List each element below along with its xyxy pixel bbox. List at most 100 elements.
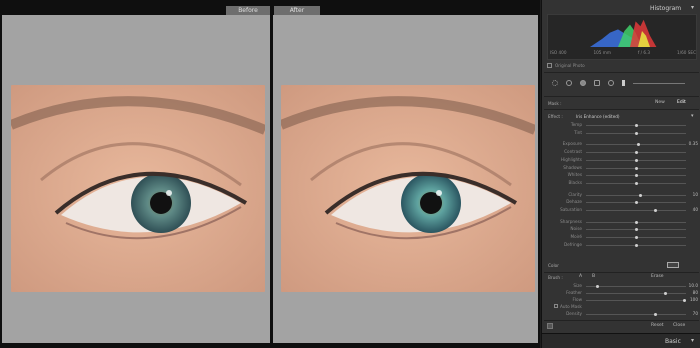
slider-label: Moiré [570,234,582,240]
crop-tool-icon[interactable] [552,80,558,86]
slider-thumb[interactable] [634,166,638,170]
color-swatch[interactable] [667,262,679,268]
slider-thumb[interactable] [634,236,638,240]
auto-mask-checkbox[interactable] [554,304,558,308]
slider-thumb[interactable] [634,201,638,205]
slider-label: Blacks [568,179,582,185]
brush-b-button[interactable]: B [592,274,595,279]
histogram-svg [590,19,657,47]
graduated-filter-icon[interactable] [594,80,600,86]
spot-removal-icon[interactable] [566,80,572,86]
aperture-value: f / 6.3 [637,50,651,55]
close-button[interactable]: Close [673,323,685,328]
effect-collapse-icon[interactable]: ▾ [691,113,694,119]
brush-feather-thumb[interactable] [663,292,667,295]
slider-label: Exposure [562,141,582,147]
slider-label: Dehaze [566,199,582,205]
red-eye-icon[interactable] [580,80,586,86]
brush-erase-button[interactable]: Erase [651,274,664,279]
slider-track[interactable] [586,236,686,240]
adjustment-brush-icon[interactable] [622,80,625,86]
effect-label: Effect : [548,114,563,119]
divider [544,272,699,273]
slider-thumb[interactable] [634,131,638,135]
slider-thumb[interactable] [637,143,641,147]
slider-thumb[interactable] [634,228,638,232]
brush-flow-value: 100 [690,297,698,302]
slider-thumb[interactable] [634,220,638,224]
density-slider[interactable] [586,313,686,316]
histogram-graph[interactable]: ISO 400 105 mm f / 6.3 1/60 SEC [547,14,697,60]
density-thumb[interactable] [653,313,657,316]
slider-track[interactable] [586,174,686,178]
slider-thumb[interactable] [639,193,643,197]
slider-value: 10 [692,191,698,197]
basic-label: Basic [665,338,681,345]
radial-filter-icon[interactable] [608,80,614,86]
basic-panel-header[interactable]: Basic ▾ [542,333,700,348]
slider-thumb[interactable] [653,209,657,212]
mask-toggle-icon[interactable] [547,323,553,329]
slider-track[interactable] [586,201,686,205]
slider-label: Tint [574,129,582,135]
original-photo-checkbox[interactable] [547,63,552,68]
mask-label: Mask : [548,101,562,106]
slider-track[interactable] [586,151,686,155]
after-label: After [274,6,320,15]
before-photo [11,85,265,292]
slider-label: Saturation [560,207,582,212]
brush-size-slider[interactable] [586,285,686,288]
slider-label: Clarity [568,191,582,197]
mask-edit-button[interactable]: Edit [677,100,686,105]
shutter-value: 1/60 SEC [677,50,696,55]
slider-value: 40 [692,207,698,212]
brush-feather-value: 80 [692,290,698,295]
auto-mask-label: Auto Mask [560,304,582,309]
slider-track[interactable] [586,243,686,247]
basic-collapse-icon[interactable]: ▾ [691,337,694,344]
tool-strip [552,80,685,86]
slider-track[interactable] [586,131,686,135]
divider [544,109,699,110]
slider-track[interactable] [586,228,686,232]
slider-track[interactable] [586,124,686,127]
slider-thumb[interactable] [634,181,638,185]
focal-length-value: 105 mm [593,50,611,55]
camera-info: ISO 400 105 mm f / 6.3 1/60 SEC [550,50,696,55]
brush-a-button[interactable]: A [579,274,582,279]
divider [544,320,699,321]
after-photo [281,85,535,292]
brush-size-label: Size [573,283,582,288]
slider-thumb[interactable] [634,174,638,178]
after-pane[interactable] [273,15,538,343]
reset-button[interactable]: Reset [651,323,664,328]
mask-new-button[interactable]: New [655,100,665,105]
brush-label: Brush : [548,275,563,280]
slider-label: Defringe [563,241,582,247]
slider-track[interactable] [586,193,686,197]
histogram-collapse-icon[interactable]: ▾ [691,4,694,11]
brush-size-thumb[interactable] [595,285,599,288]
divider [544,72,699,73]
brush-feather-slider[interactable] [586,292,686,295]
effect-preset-dropdown[interactable]: Iris Enhance (edited) [576,114,620,119]
slider-label: Highlights [560,156,582,162]
divider [544,96,699,97]
slider-thumb[interactable] [634,124,638,127]
slider-label: Whites [567,172,582,178]
slider-track[interactable] [586,209,686,212]
slider-thumb[interactable] [634,151,638,155]
lightroom-window: Before After Histogram ▾ ISO 400 105 mm … [0,0,700,348]
brush-flow-slider[interactable] [586,299,686,302]
slider-track[interactable] [586,181,686,185]
slider-track[interactable] [586,158,686,162]
before-pane[interactable] [2,15,270,343]
slider-thumb[interactable] [634,158,638,162]
brush-size-value: 10.0 [688,283,698,288]
slider-track[interactable] [586,220,686,224]
density-value: 70 [692,311,698,316]
slider-track[interactable] [586,166,686,170]
slider-thumb[interactable] [634,243,638,247]
slider-track[interactable] [586,143,686,147]
effect-sliders: Temp Tint Exposure 0.35 Contrast Highlights Sh… [542,122,700,262]
